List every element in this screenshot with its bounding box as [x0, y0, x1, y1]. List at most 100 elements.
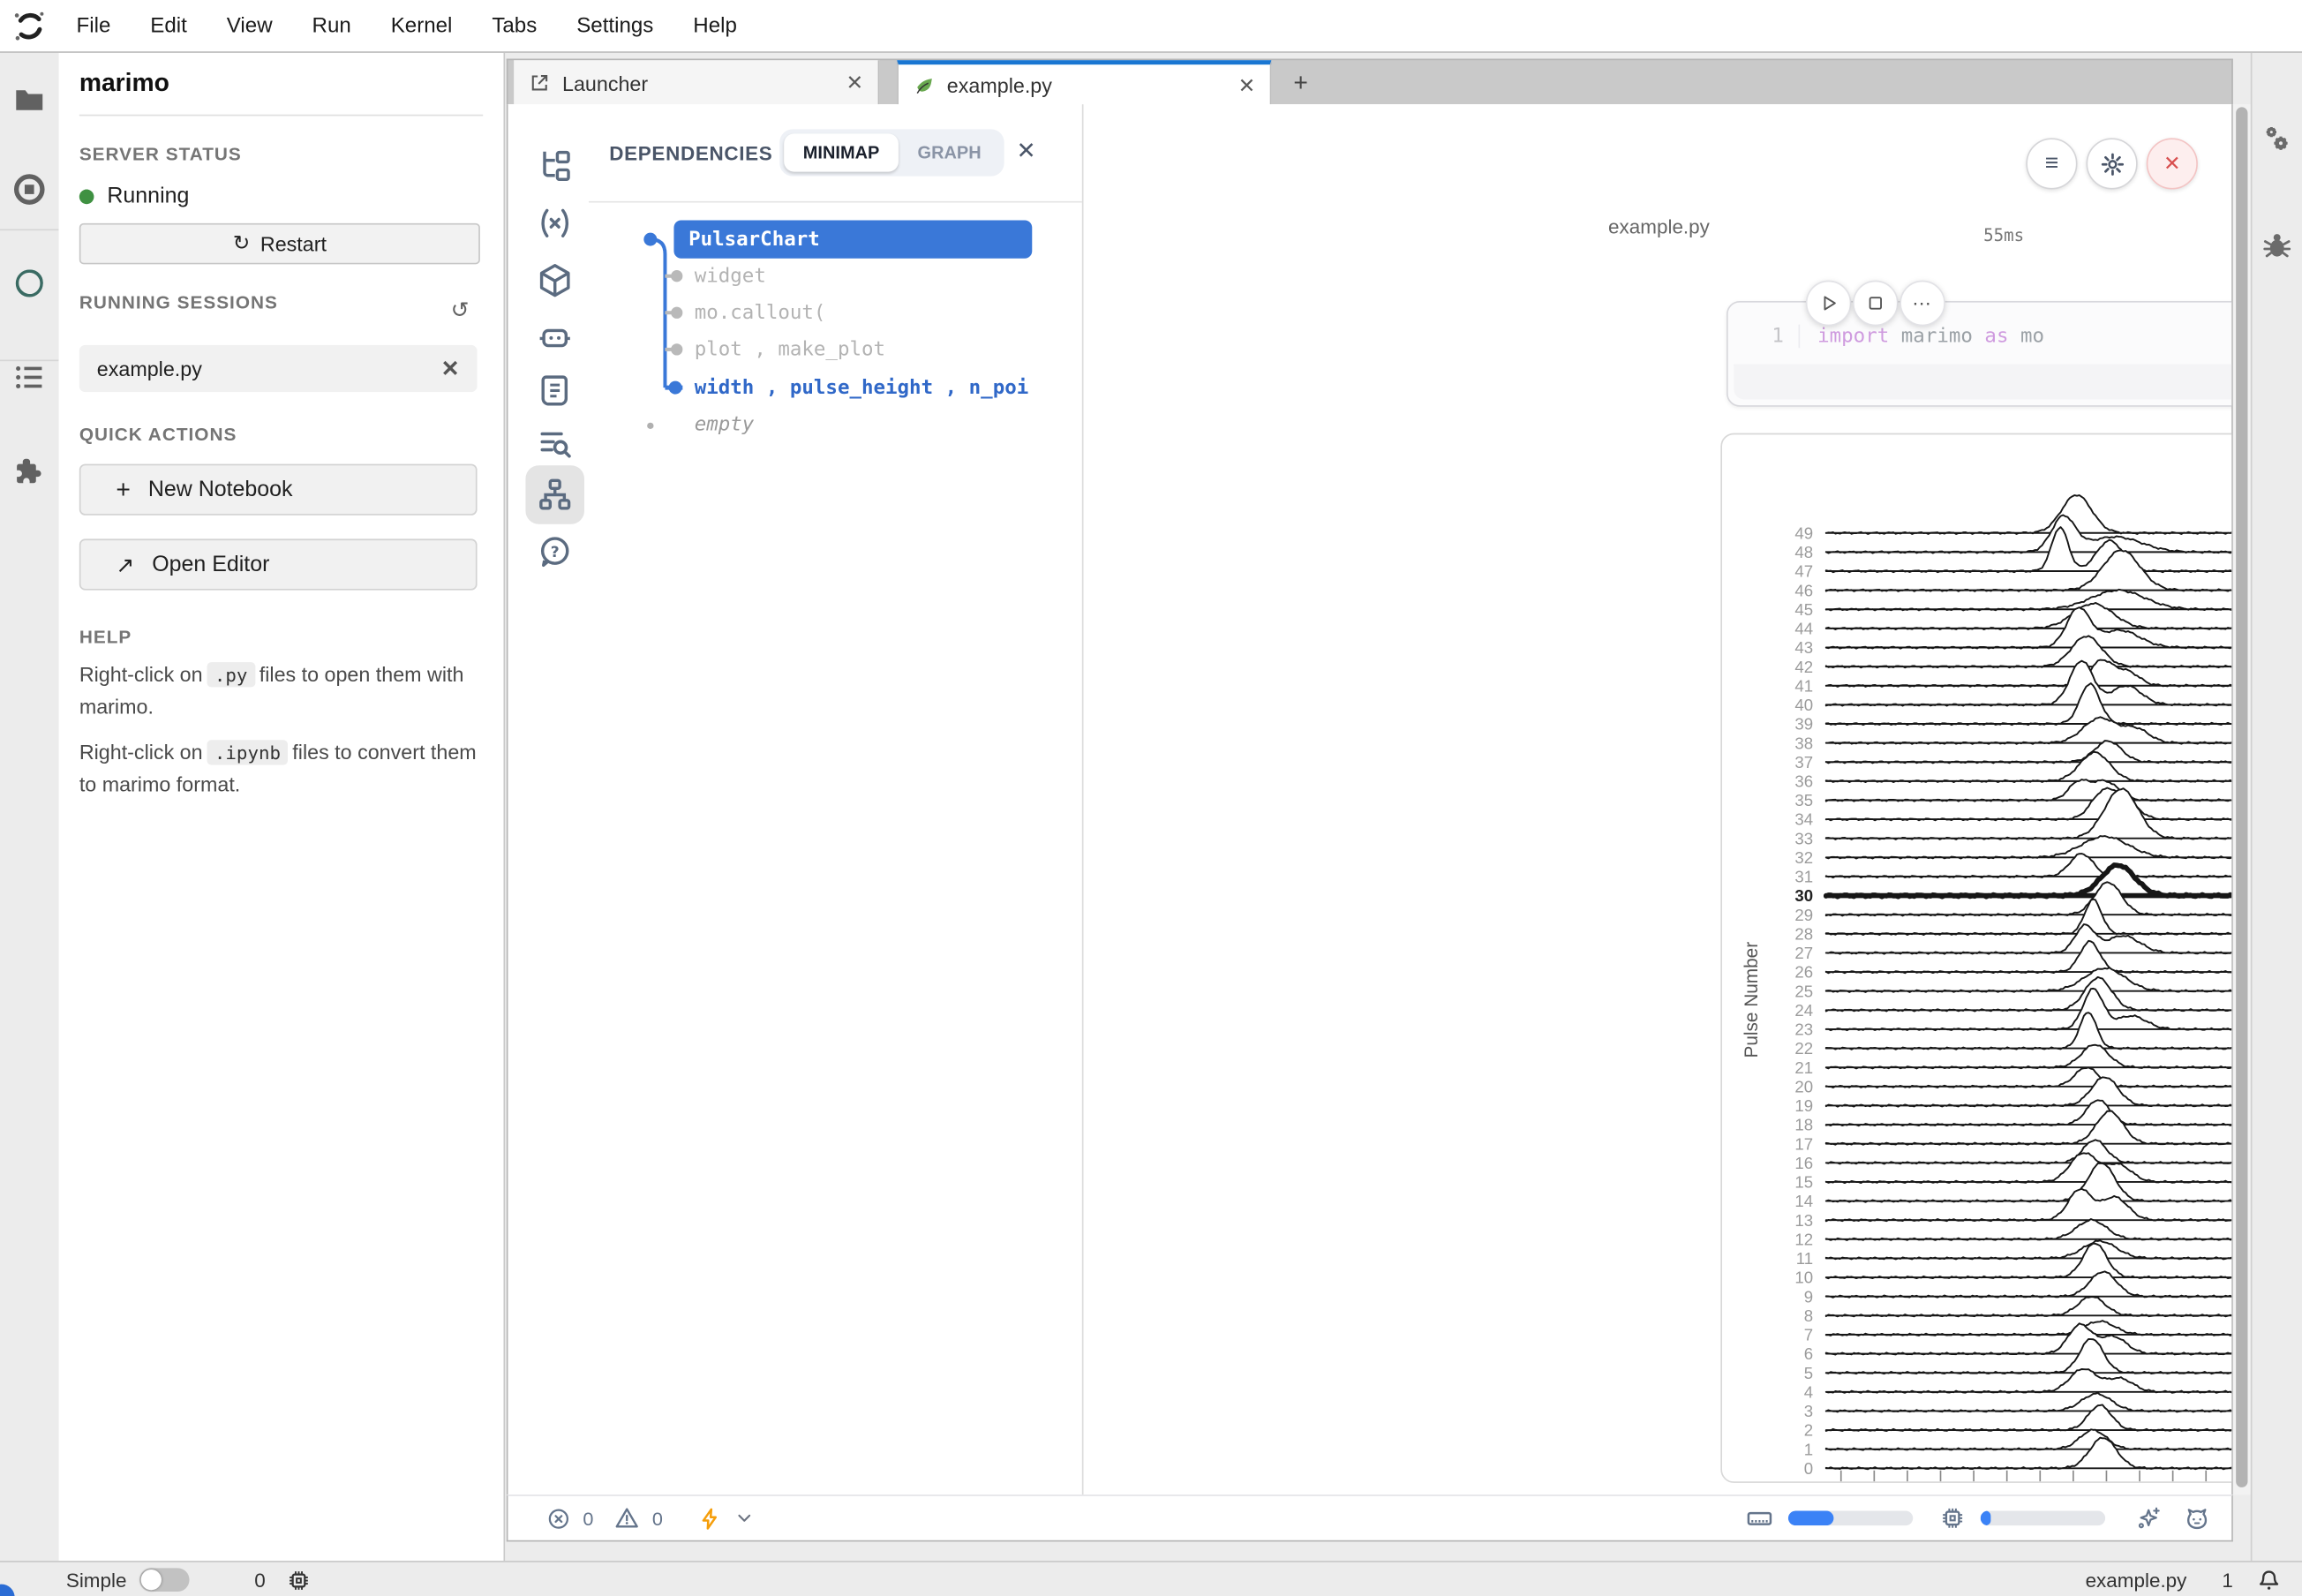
- open-editor-button[interactable]: ↗ Open Editor: [79, 538, 478, 590]
- memory-icon: [1746, 1504, 1774, 1532]
- file-browser-icon[interactable]: [11, 82, 47, 117]
- ai-assistant-icon[interactable]: [536, 319, 574, 357]
- ai-sparkle-icon[interactable]: [2134, 1504, 2163, 1532]
- scrollbar[interactable]: [2233, 104, 2251, 1494]
- pulse-row-9: [1826, 1271, 2233, 1297]
- setup-cell[interactable]: 1 import marimo as mo setup cell ?: [1726, 301, 2233, 407]
- y-axis-label: 48: [1794, 543, 1813, 561]
- pulse-row-22: [1826, 1013, 2233, 1050]
- pulse-row-45: [1826, 590, 2233, 611]
- simple-mode-toggle[interactable]: [139, 1568, 190, 1592]
- tab-launcher[interactable]: Launcher ✕: [514, 60, 879, 106]
- toggle-graph[interactable]: GRAPH: [899, 133, 1000, 171]
- menu-item-file[interactable]: File: [76, 14, 110, 38]
- run-cell-button[interactable]: [1806, 281, 1852, 327]
- tree-node[interactable]: plot , make_plot: [695, 338, 885, 362]
- table-of-contents-icon[interactable]: [11, 360, 47, 395]
- y-axis-label: 7: [1804, 1326, 1813, 1344]
- property-inspector-gears-icon[interactable]: [2261, 124, 2293, 156]
- snippets-icon[interactable]: [536, 425, 574, 463]
- pulse-row-26: [1826, 941, 2233, 973]
- refresh-sessions-icon[interactable]: ↺: [451, 297, 475, 320]
- stop-cell-button[interactable]: [1853, 281, 1899, 327]
- cell-more-options-button[interactable]: ⋯: [1900, 281, 1945, 327]
- y-axis-label: 15: [1794, 1173, 1813, 1192]
- toggle-minimap[interactable]: MINIMAP: [784, 133, 899, 171]
- y-axis-label: 5: [1804, 1364, 1813, 1382]
- session-list-item[interactable]: example.py ✕: [79, 345, 478, 392]
- menu-item-view[interactable]: View: [227, 14, 273, 38]
- pulsar-chart-output: 4948474645444342414039383736353433323130…: [1720, 433, 2232, 1483]
- menu-item-help[interactable]: Help: [693, 14, 737, 38]
- pulse-row-7: [1826, 1321, 2233, 1336]
- menu-bar: File Edit View Run Kernel Tabs Settings …: [0, 0, 2302, 53]
- new-tab-button[interactable]: +: [1283, 68, 1319, 101]
- cpu-icon: [1939, 1505, 1966, 1532]
- pulse-row-0: [1826, 1438, 2233, 1470]
- pulse-row-33: [1826, 788, 2233, 839]
- menu-item-edit[interactable]: Edit: [150, 14, 187, 38]
- pulse-row-42: [1826, 636, 2233, 667]
- new-notebook-button[interactable]: + New Notebook: [79, 464, 478, 516]
- screen: File Edit View Run Kernel Tabs Settings …: [0, 0, 2302, 1596]
- menu-item-kernel[interactable]: Kernel: [391, 14, 453, 38]
- cell-code-area[interactable]: 1 import marimo as mo: [1734, 308, 2233, 365]
- errors-icon[interactable]: [546, 1506, 571, 1531]
- marimo-ring-icon[interactable]: [11, 266, 47, 301]
- ridgeline-chart: 4948474645444342414039383736353433323130…: [1722, 434, 2233, 1483]
- cell-source-code[interactable]: import marimo as mo: [1800, 325, 2044, 349]
- y-axis-label: 44: [1794, 620, 1813, 638]
- close-tab-icon[interactable]: ✕: [846, 71, 863, 95]
- bell-icon[interactable]: [2256, 1568, 2281, 1592]
- pulse-row-47: [1826, 527, 2233, 572]
- runtime-bolt-icon[interactable]: [698, 1506, 723, 1531]
- menu-item-run[interactable]: Run: [312, 14, 351, 38]
- scrollbar-thumb[interactable]: [2236, 107, 2247, 1487]
- y-axis-label: 18: [1794, 1116, 1813, 1134]
- warnings-icon[interactable]: [614, 1505, 641, 1532]
- dependencies-panel: DEPENDENCIES MINIMAP GRAPH ✕ PulsarChart: [589, 104, 1084, 1494]
- restart-button[interactable]: ↻ Restart: [79, 223, 480, 265]
- close-tab-icon[interactable]: ✕: [1238, 72, 1256, 97]
- pulse-row-8: [1826, 1297, 2233, 1316]
- pulse-row-2: [1826, 1404, 2233, 1431]
- tree-node-empty[interactable]: empty: [695, 412, 755, 436]
- y-axis-label: 29: [1794, 906, 1813, 924]
- error-count: 0: [583, 1507, 593, 1529]
- close-panel-icon[interactable]: ✕: [1012, 137, 1041, 166]
- tree-node-root[interactable]: PulsarChart: [673, 220, 1032, 258]
- x-axis-label: 0: [1837, 1480, 1846, 1483]
- tab-example-py[interactable]: example.py ✕: [897, 60, 1271, 106]
- x-axis-label: 180: [2126, 1480, 2154, 1483]
- current-file-label[interactable]: example.py: [2086, 1569, 2187, 1591]
- menu-item-tabs[interactable]: Tabs: [492, 14, 537, 38]
- python-leaf-icon: [914, 74, 936, 96]
- close-session-icon[interactable]: ✕: [441, 356, 460, 382]
- tree-node[interactable]: mo.callout(: [695, 301, 826, 325]
- terminal-chip-icon[interactable]: [286, 1568, 311, 1592]
- pulse-row-18: [1826, 1100, 2233, 1125]
- debugger-bug-icon[interactable]: [2261, 229, 2293, 261]
- notebook-settings-button[interactable]: [2087, 138, 2138, 189]
- marimo-cat-icon[interactable]: [2183, 1504, 2211, 1532]
- pulse-row-28: [1826, 900, 2233, 935]
- pulse-row-27: [1826, 924, 2233, 954]
- tree-node-selected-vars[interactable]: width , pulse_height , n_poi: [695, 376, 1029, 400]
- simple-mode-label: Simple: [66, 1569, 127, 1591]
- packages-icon[interactable]: [536, 261, 574, 299]
- dependencies-icon[interactable]: [536, 476, 574, 514]
- variables-icon[interactable]: [536, 204, 574, 242]
- chevron-down-icon[interactable]: [734, 1508, 755, 1528]
- file-explorer-icon[interactable]: [536, 147, 574, 184]
- logs-icon[interactable]: [536, 372, 574, 410]
- notebook-shutdown-button[interactable]: ✕: [2147, 138, 2198, 189]
- tree-node[interactable]: widget: [695, 264, 766, 288]
- running-sessions-icon[interactable]: [11, 172, 47, 207]
- y-axis-label: 24: [1794, 1001, 1813, 1020]
- help-chat-icon[interactable]: ?: [536, 533, 574, 571]
- extensions-icon[interactable]: [11, 454, 47, 489]
- pulse-row-6: [1826, 1323, 2233, 1354]
- notebook-menu-button[interactable]: ≡: [2026, 138, 2077, 189]
- menu-item-settings[interactable]: Settings: [576, 14, 653, 38]
- pulse-row-29: [1826, 882, 2233, 915]
